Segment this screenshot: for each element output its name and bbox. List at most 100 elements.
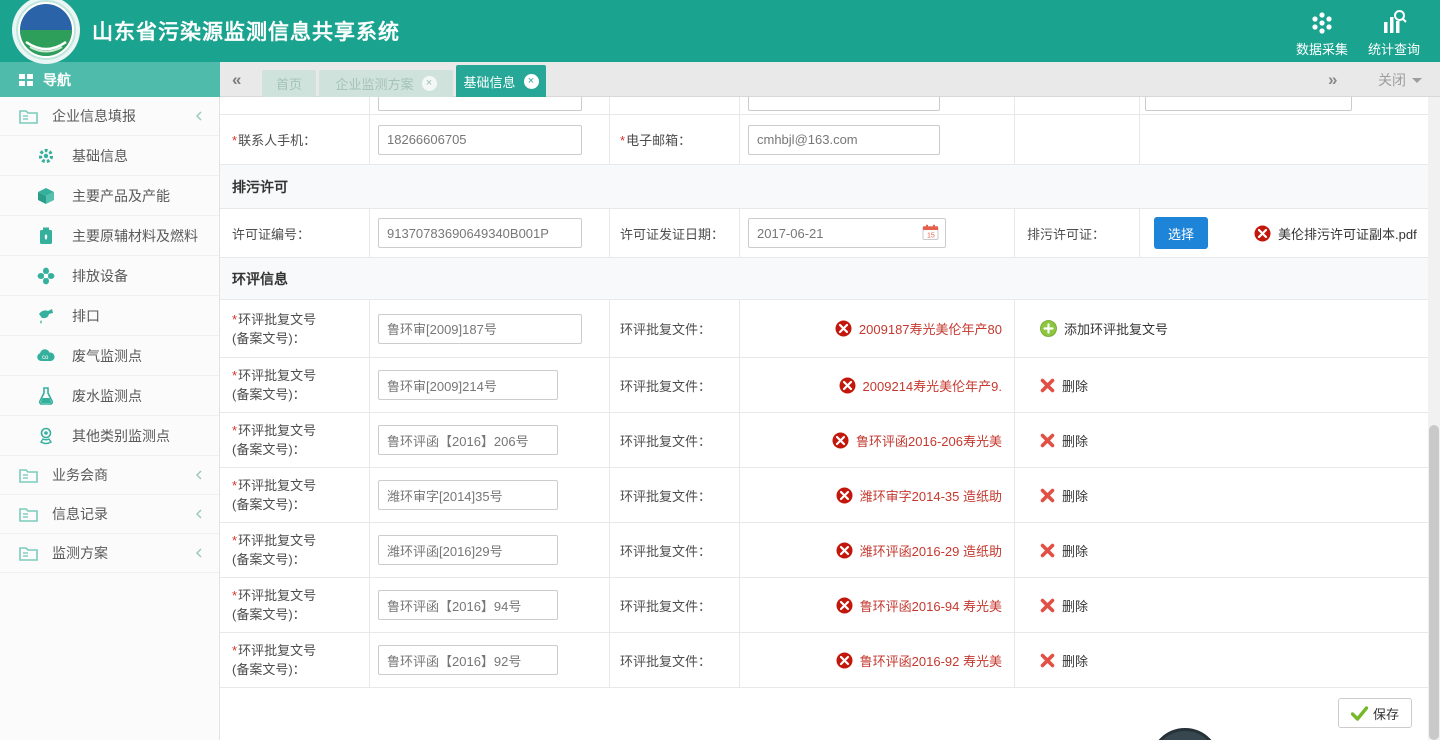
eia-doc-no-label: *环评批复文号 (备案文号)： <box>232 366 316 404</box>
tab-basic-info[interactable]: 基础信息 × <box>456 65 546 97</box>
eia-doc-no-label: *环评批复文号 (备案文号)： <box>232 531 316 569</box>
sidebar-group-business-consult[interactable]: 业务会商 <box>0 456 219 495</box>
delete-x-icon <box>1040 543 1055 558</box>
eia-file-label: 环评批复文件： <box>620 541 711 560</box>
sidebar-group-info-records[interactable]: 信息记录 <box>0 495 219 534</box>
remove-file-circle-icon[interactable] <box>835 320 852 337</box>
license-no-input[interactable] <box>378 218 582 248</box>
phone-input[interactable] <box>378 125 582 155</box>
chevron-left-icon <box>195 506 203 522</box>
eia-doc-no-input[interactable] <box>378 535 558 565</box>
cut-off-input[interactable] <box>748 97 940 111</box>
save-button[interactable]: 保存 <box>1338 698 1412 728</box>
sidebar-item-basic-info[interactable]: 基础信息 <box>0 136 219 176</box>
sidebar-item-other-monitor-points[interactable]: 其他类别监测点 <box>0 416 219 456</box>
remove-file-circle-icon[interactable] <box>836 652 853 669</box>
delete-eia-row-button[interactable]: 删除 <box>1040 431 1088 450</box>
eia-file-label: 环评批复文件： <box>620 319 711 338</box>
eia-doc-no-input[interactable] <box>378 645 558 675</box>
app-title: 山东省污染源监测信息共享系统 <box>92 0 400 62</box>
tab-enterprise-monitor-plan[interactable]: 企业监测方案 × <box>319 70 453 97</box>
sidebar-item-waste-water-points[interactable]: 废水监测点 <box>0 376 219 416</box>
eia-doc-no-input[interactable] <box>378 590 558 620</box>
eia-doc-no-input[interactable] <box>378 314 582 344</box>
tabs-scroll-left-icon[interactable]: « <box>232 62 241 97</box>
eia-file-link[interactable]: 2009214寿光美伦年产9. <box>839 376 1002 395</box>
sidebar-item-emission-equipment[interactable]: 排放设备 <box>0 256 219 296</box>
eia-doc-no-input[interactable] <box>378 480 558 510</box>
eia-file-link[interactable]: 潍环评函2016-29 造纸助 <box>836 541 1002 560</box>
permit-file-link[interactable]: 美伦排污许可证副本.pdf <box>1254 224 1417 243</box>
add-eia-doc-button[interactable]: 添加环评批复文号 <box>1040 319 1168 338</box>
eia-row: *环评批复文号 (备案文号)： 环评批复文件： 鲁环评函2016-94 寿光美 <box>220 578 1428 633</box>
remove-file-circle-icon[interactable] <box>836 597 853 614</box>
delete-eia-row-button[interactable]: 删除 <box>1040 541 1088 560</box>
eia-row: *环评批复文号 (备案文号)： 环评批复文件： 2009187寿光美伦年产80 <box>220 300 1428 358</box>
sidebar-item-raw-materials-fuel[interactable]: 主要原辅材料及燃料 <box>0 216 219 256</box>
folder-icon <box>18 467 38 483</box>
eia-file-label: 环评批复文件： <box>620 431 711 450</box>
eia-file-label: 环评批复文件： <box>620 596 711 615</box>
tab-bar: « 首页 企业监测方案 × 基础信息 × » 关闭 导航 <box>0 62 1440 97</box>
calendar-icon[interactable]: 15 <box>922 224 939 241</box>
eia-file-link[interactable]: 鲁环评函2016-206寿光美 <box>832 431 1002 450</box>
eia-doc-no-label: *环评批复文号 (备案文号)： <box>232 476 316 514</box>
scrollbar-thumb[interactable] <box>1429 425 1439 740</box>
eia-row: *环评批复文号 (备案文号)： 环评批复文件： 潍环审字2014-35 造纸助 <box>220 468 1428 523</box>
eia-doc-no-input[interactable] <box>378 425 558 455</box>
delete-x-icon <box>1040 653 1055 668</box>
remove-file-circle-icon[interactable] <box>839 377 856 394</box>
remove-file-circle-icon[interactable] <box>832 432 849 449</box>
email-input[interactable] <box>748 125 940 155</box>
eia-file-link[interactable]: 鲁环评函2016-92 寿光美 <box>836 651 1002 670</box>
delete-eia-row-button[interactable]: 删除 <box>1040 486 1088 505</box>
eia-file-link[interactable]: 鲁环评函2016-94 寿光美 <box>836 596 1002 615</box>
sidebar-item-waste-gas-points[interactable]: co 废气监测点 <box>0 336 219 376</box>
chevron-left-icon <box>195 108 203 124</box>
partial-form-row <box>220 97 1428 115</box>
sidebar-group-monitor-plan[interactable]: 监测方案 <box>0 534 219 573</box>
location-pin-icon <box>36 427 56 445</box>
eia-file-link[interactable]: 潍环审字2014-35 造纸助 <box>836 486 1002 505</box>
remove-file-circle-icon[interactable] <box>1254 225 1271 242</box>
remove-file-circle-icon[interactable] <box>836 542 853 559</box>
add-circle-icon <box>1040 320 1057 337</box>
eia-row: *环评批复文号 (备案文号)： 环评批复文件： 鲁环评函2016-206寿光美 <box>220 413 1428 468</box>
delete-eia-row-button[interactable]: 删除 <box>1040 376 1088 395</box>
data-collect-button[interactable]: 数据采集 <box>1290 6 1354 58</box>
choose-file-button[interactable]: 选择 <box>1154 217 1208 249</box>
tab-home[interactable]: 首页 <box>262 70 316 97</box>
eia-doc-no-input[interactable] <box>378 370 558 400</box>
stats-query-button[interactable]: 统计查询 <box>1362 6 1426 58</box>
license-date-label: 许可证发证日期： <box>620 224 724 243</box>
remove-file-circle-icon[interactable] <box>836 487 853 504</box>
nav-grid-icon <box>18 72 34 88</box>
app-header: 山东省污染源监测信息共享系统 数据采集 <box>0 0 1440 62</box>
delete-x-icon <box>1040 433 1055 448</box>
folder-icon <box>18 545 38 561</box>
dots-cluster-icon <box>1290 6 1354 36</box>
eia-row: *环评批复文号 (备案文号)： 环评批复文件： 鲁环评函2016-92 寿光美 <box>220 633 1428 688</box>
application-window: 山东省污染源监测信息共享系统 数据采集 <box>0 0 1440 740</box>
sidebar-item-products-capacity[interactable]: 主要产品及产能 <box>0 176 219 216</box>
delete-eia-row-button[interactable]: 删除 <box>1040 651 1088 670</box>
eia-file-link[interactable]: 2009187寿光美伦年产80 <box>835 319 1002 338</box>
cube-icon <box>36 187 56 205</box>
eia-doc-no-label: *环评批复文号 (备案文号)： <box>232 641 316 679</box>
sidebar-group-enterprise-info[interactable]: 企业信息填报 <box>0 97 219 136</box>
eia-doc-no-label: *环评批复文号 (备案文号)： <box>232 421 316 459</box>
delete-eia-row-button[interactable]: 删除 <box>1040 596 1088 615</box>
email-label: *电子邮箱： <box>620 130 691 149</box>
tabs-scroll-right-icon[interactable]: » <box>1328 62 1337 97</box>
close-tab-icon[interactable]: × <box>524 74 539 89</box>
license-date-input[interactable] <box>748 218 946 248</box>
close-tabs-menu[interactable]: 关闭 <box>1378 62 1422 97</box>
eia-file-label: 环评批复文件： <box>620 376 711 395</box>
permit-section-title: 排污许可 <box>220 165 1428 209</box>
cut-off-input[interactable] <box>378 97 582 111</box>
sidebar-item-outlet[interactable]: 排口 <box>0 296 219 336</box>
cut-off-input[interactable] <box>1145 97 1352 111</box>
nav-label: 导航 <box>43 70 71 90</box>
close-tab-icon[interactable]: × <box>422 76 437 91</box>
gas-cloud-icon: co <box>36 348 56 363</box>
